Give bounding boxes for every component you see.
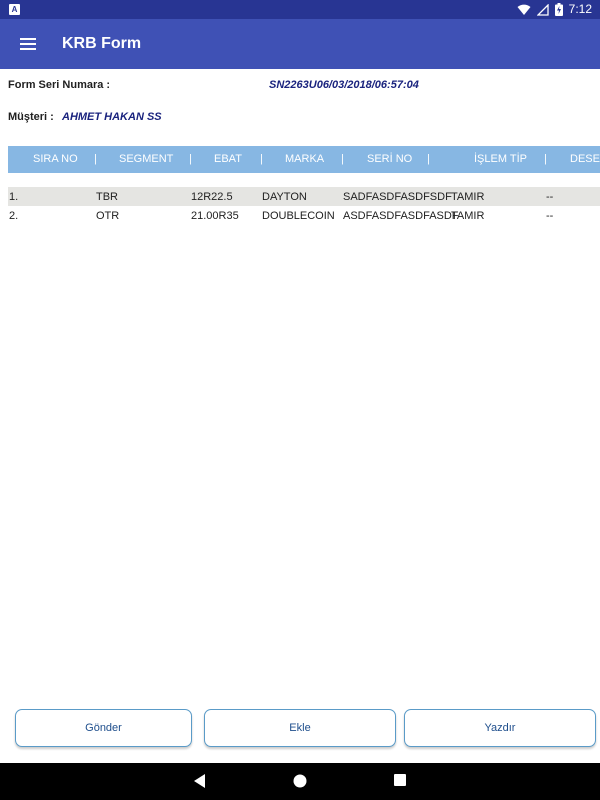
cell-ebat: 12R22.5 (191, 191, 233, 203)
wifi-icon (517, 4, 531, 15)
customer-label: Müşteri : (8, 111, 54, 123)
column-header-seri-no: SERİ NO (367, 153, 413, 165)
column-header-sira-no: SIRA NO (33, 153, 78, 165)
column-header-islem-tip: İŞLEM TİP (474, 153, 527, 165)
column-separator: | (260, 153, 263, 165)
recents-icon[interactable] (394, 774, 406, 786)
cell-islem-tip: TAMIR (451, 191, 485, 203)
status-bar: A 7:12 (0, 0, 600, 19)
cell-sira-no: 2. (9, 210, 19, 222)
column-separator: | (427, 153, 430, 165)
cell-islem-tip: TAMIR (451, 210, 485, 222)
table-header: SIRA NO | SEGMENT | EBAT | MARKA | SERİ … (8, 146, 600, 173)
cell-desen: -- (546, 191, 554, 203)
battery-charging-icon (554, 3, 563, 16)
column-header-desen: DESEN (570, 153, 600, 165)
column-header-ebat: EBAT (214, 153, 242, 165)
cell-desen: -- (546, 210, 554, 222)
column-separator: | (189, 153, 192, 165)
cell-marka: DOUBLECOIN (262, 210, 335, 222)
column-separator: | (341, 153, 344, 165)
customer-value: AHMET HAKAN SS (62, 111, 162, 123)
notification-icon: A (9, 4, 20, 15)
signal-icon (536, 3, 549, 16)
back-icon[interactable] (194, 774, 206, 788)
cell-seri-no: ASDFASDFASDFASDF (343, 210, 459, 222)
cell-segment: OTR (96, 210, 120, 222)
clock: 7:12 (568, 2, 592, 16)
serial-number-label: Form Seri Numara : (8, 79, 111, 91)
home-icon[interactable] (293, 774, 307, 788)
send-button[interactable]: Gönder (15, 709, 192, 747)
app-bar: KRB Form (0, 19, 600, 69)
cell-seri-no: SADFASDFASDFSDF (343, 191, 452, 203)
page-title: KRB Form (62, 35, 142, 52)
cell-sira-no: 1. (9, 191, 19, 203)
cell-ebat: 21.00R35 (191, 210, 239, 222)
cell-marka: DAYTON (262, 191, 307, 203)
column-separator: | (94, 153, 97, 165)
add-button[interactable]: Ekle (204, 709, 396, 747)
column-header-marka: MARKA (285, 153, 325, 165)
hamburger-menu-icon[interactable] (20, 38, 36, 50)
table-row[interactable]: 2. OTR 21.00R35 DOUBLECOIN ASDFASDFASDFA… (8, 206, 600, 225)
serial-number-value: SN2263U06/03/2018/06:57:04 (269, 79, 419, 91)
column-separator: | (544, 153, 547, 165)
column-header-segment: SEGMENT (119, 153, 174, 165)
navigation-bar (0, 763, 600, 800)
print-button[interactable]: Yazdır (404, 709, 596, 747)
cell-segment: TBR (96, 191, 118, 203)
table-row[interactable]: 1. TBR 12R22.5 DAYTON SADFASDFASDFSDF TA… (8, 187, 600, 206)
